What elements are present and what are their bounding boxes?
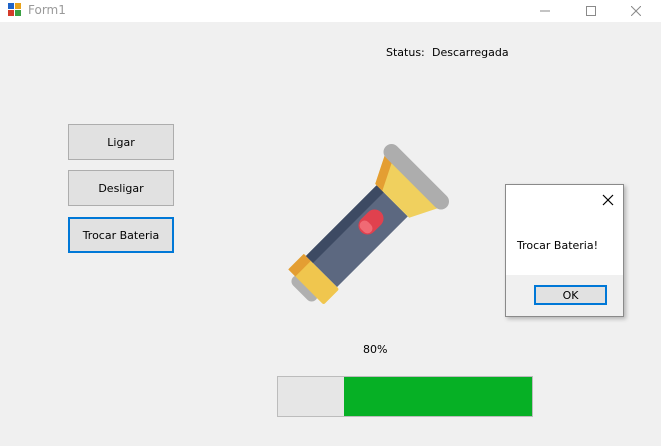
status-value: Descarregada (432, 46, 509, 59)
battery-progress-fill (344, 377, 532, 416)
status-label: Status: (386, 46, 425, 59)
maximize-button[interactable] (568, 0, 614, 22)
minimize-button[interactable] (522, 0, 568, 22)
message-text: Trocar Bateria! (517, 239, 599, 252)
minimize-icon (540, 10, 550, 12)
trocar-bateria-button[interactable]: Trocar Bateria (68, 217, 174, 253)
ok-button[interactable]: OK (534, 285, 607, 305)
close-button[interactable] (613, 0, 659, 22)
message-footer: OK (506, 275, 623, 316)
desligar-button[interactable]: Desligar (68, 170, 174, 206)
message-box: Trocar Bateria! OK (505, 184, 624, 317)
maximize-icon (586, 6, 596, 16)
message-close-icon[interactable] (600, 192, 616, 208)
battery-progress-bar (277, 376, 533, 417)
ligar-button[interactable]: Ligar (68, 124, 174, 160)
window-title: Form1 (28, 3, 66, 17)
battery-percent-label: 80% (363, 343, 388, 356)
close-icon (631, 6, 641, 16)
title-bar: Form1 (0, 0, 661, 22)
flashlight-icon (288, 143, 450, 304)
app-icon (8, 3, 21, 16)
